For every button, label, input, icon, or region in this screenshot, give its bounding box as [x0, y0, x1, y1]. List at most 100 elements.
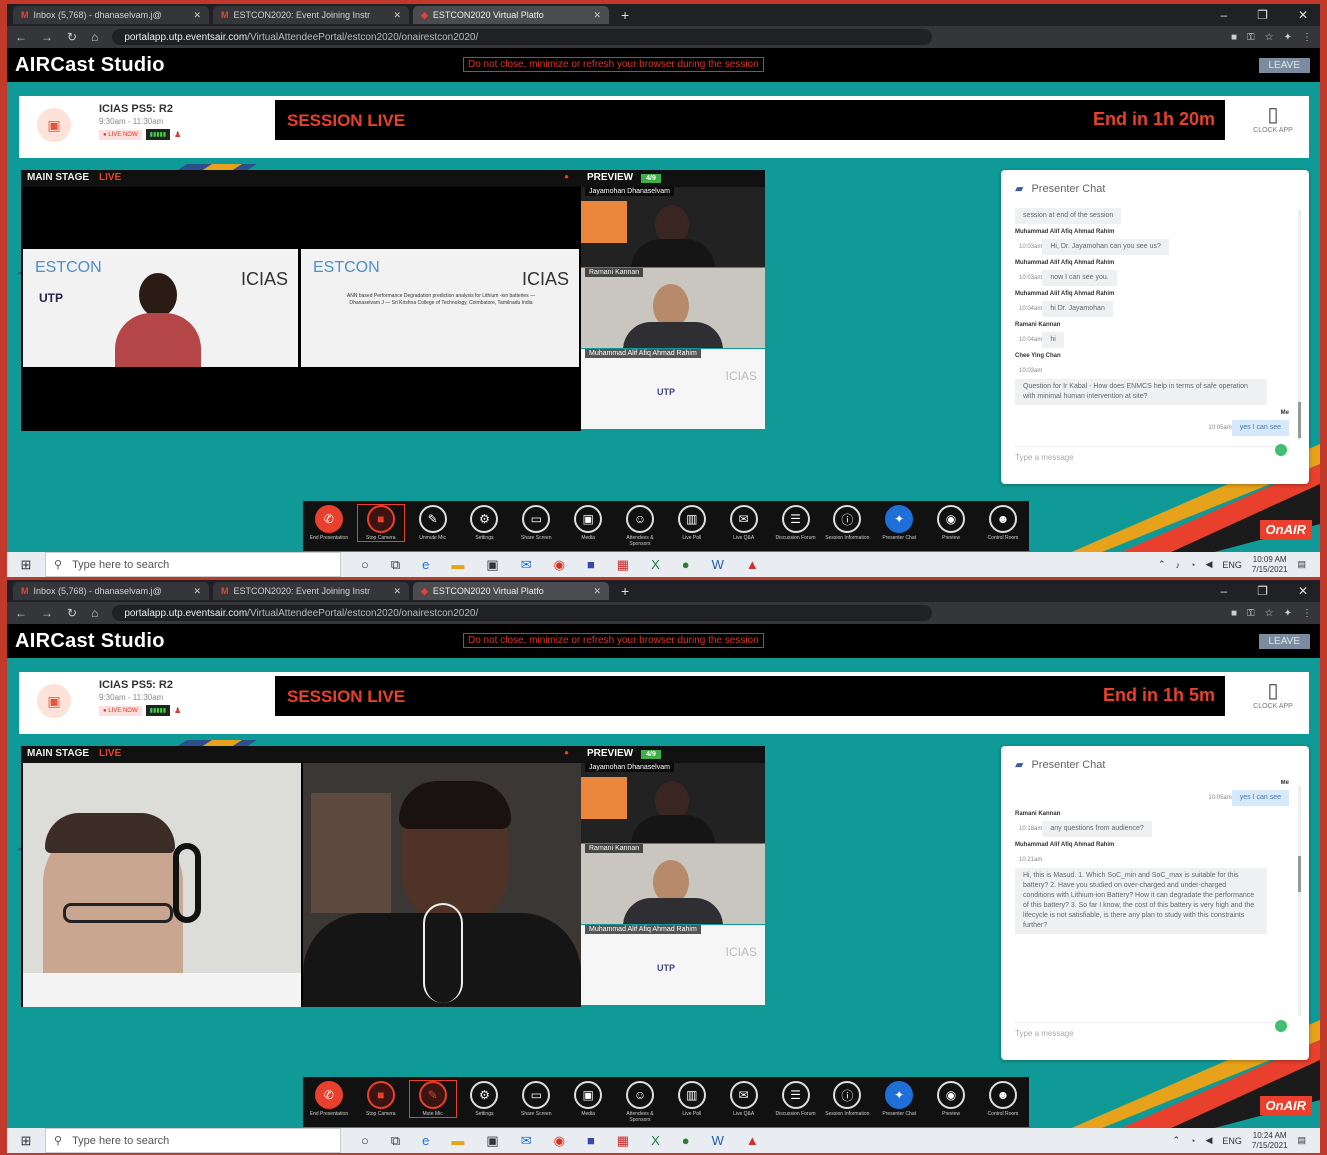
maximize-icon[interactable]: ❐	[1257, 584, 1268, 598]
word-icon[interactable]: W	[712, 1133, 724, 1149]
app-icon[interactable]: ▦	[617, 1133, 629, 1149]
store-icon[interactable]: ▣	[486, 1133, 498, 1149]
wifi-icon[interactable]: ◔	[1190, 1136, 1195, 1146]
preview-tile[interactable]: Ramani Kannan	[581, 844, 765, 924]
pdf-icon[interactable]: ▲	[746, 557, 759, 573]
app-icon[interactable]: ■	[587, 1133, 595, 1149]
star-icon[interactable]: ☆	[1265, 608, 1274, 619]
toolbar-button-session-information[interactable]: ⓘ Session Information	[824, 1081, 870, 1117]
toolbar-button-attendees-sponsors[interactable]: ☺ Attendees & Sponsors	[617, 505, 663, 547]
chat-scroll-thumb[interactable]	[1298, 402, 1301, 438]
send-icon[interactable]	[1275, 444, 1287, 456]
toolbar-button-presenter-chat[interactable]: ✦ Presenter Chat	[876, 1081, 922, 1117]
extension-icon[interactable]: ■	[1231, 32, 1237, 43]
new-tab-icon[interactable]: +	[621, 7, 629, 23]
new-tab-icon[interactable]: +	[621, 583, 629, 599]
browser-tab[interactable]: M ESTCON2020: Event Joining Instr ✕	[213, 6, 409, 24]
toolbar-button-preview[interactable]: ◉ Preview	[928, 1081, 974, 1117]
preview-tile[interactable]: Ramani Kannan	[581, 268, 765, 348]
chat-input[interactable]: Type a message	[1015, 446, 1289, 466]
app-icon[interactable]: ●	[682, 1133, 690, 1149]
taskbar-clock[interactable]: 10:09 AM 7/15/2021	[1252, 555, 1288, 575]
mail-icon[interactable]: ✉	[521, 557, 532, 573]
browser-tab[interactable]: M ESTCON2020: Event Joining Instr ✕	[213, 582, 409, 600]
clock-app-button[interactable]: ▯ CLOCK APP	[1243, 678, 1303, 710]
windows-start-icon[interactable]: ⊞	[7, 557, 45, 573]
preview-tile[interactable]: Jayamohan Dhanaselvam	[581, 187, 765, 267]
toolbar-button-settings[interactable]: ⚙ Settings	[461, 505, 507, 541]
toolbar-button-mute-mic[interactable]: ✎ Mute Mic	[408, 1080, 457, 1118]
app-icon[interactable]: ■	[587, 557, 595, 573]
close-window-icon[interactable]: ✕	[1298, 8, 1308, 22]
task-view-icon[interactable]: ⧉	[391, 557, 400, 573]
reload-icon[interactable]: ↻	[67, 30, 77, 44]
minimize-icon[interactable]: –	[1220, 8, 1227, 22]
toolbar-button-control-room[interactable]: ☻ Control Room	[980, 505, 1026, 541]
toolbar-button-control-room[interactable]: ☻ Control Room	[980, 1081, 1026, 1117]
preview-tile[interactable]: ICIAS UTP Muhammad Alif Afiq Ahmad Rahim	[581, 925, 765, 1005]
toolbar-button-end-presentation[interactable]: ✆ End Presentation	[306, 505, 352, 541]
volume-icon[interactable]: ◀	[1205, 1135, 1212, 1146]
close-icon[interactable]: ✕	[593, 586, 601, 597]
volume-icon[interactable]: ◀	[1205, 559, 1212, 570]
back-icon[interactable]: ←	[15, 30, 27, 44]
pdf-icon[interactable]: ▲	[746, 1133, 759, 1149]
toolbar-button-session-information[interactable]: ⓘ Session Information	[824, 505, 870, 541]
lang-label[interactable]: ENG	[1222, 560, 1242, 570]
preview-tile[interactable]: Jayamohan Dhanaselvam	[581, 763, 765, 843]
edge-icon[interactable]: e	[422, 1133, 429, 1149]
puzzle-icon[interactable]: ✦	[1284, 32, 1292, 43]
toolbar-button-preview[interactable]: ◉ Preview	[928, 505, 974, 541]
toolbar-button-share-screen[interactable]: ▭ Share Screen	[513, 1081, 559, 1117]
menu-icon[interactable]: ⋮	[1302, 32, 1312, 43]
folder-icon[interactable]: ▬	[451, 1133, 464, 1149]
home-icon[interactable]: ⌂	[91, 606, 98, 620]
toolbar-button-share-screen[interactable]: ▭ Share Screen	[513, 505, 559, 541]
toolbar-button-stop-camera[interactable]: ■ Stop Camera	[356, 504, 405, 542]
chat-scroll-thumb[interactable]	[1298, 856, 1301, 892]
chrome-icon[interactable]: ◉	[554, 1133, 565, 1149]
tray-arrow-icon[interactable]: ⌃	[1158, 559, 1166, 570]
toolbar-button-attendees-sponsors[interactable]: ☺ Attendees & Sponsors	[617, 1081, 663, 1123]
reload-icon[interactable]: ↻	[67, 606, 77, 620]
leave-button[interactable]: LEAVE	[1258, 58, 1310, 73]
toolbar-button-end-presentation[interactable]: ✆ End Presentation	[306, 1081, 352, 1117]
toolbar-button-discussion-forum[interactable]: ☰ Discussion Forum	[773, 1081, 819, 1117]
edge-icon[interactable]: e	[422, 557, 429, 573]
word-icon[interactable]: W	[712, 557, 724, 573]
browser-tab[interactable]: M Inbox (5,768) - dhanaselvam.j@ ✕	[13, 6, 209, 24]
taskbar-search[interactable]: ⚲ Type here to search	[45, 1128, 341, 1153]
close-icon[interactable]: ✕	[393, 586, 401, 597]
home-icon[interactable]: ⌂	[91, 30, 98, 44]
toolbar-button-settings[interactable]: ⚙ Settings	[461, 1081, 507, 1117]
send-icon[interactable]	[1275, 1020, 1287, 1032]
back-icon[interactable]: ←	[15, 606, 27, 620]
task-view-icon[interactable]: ⧉	[391, 1133, 400, 1149]
app-icon[interactable]: ●	[682, 557, 690, 573]
close-window-icon[interactable]: ✕	[1298, 584, 1308, 598]
store-icon[interactable]: ▣	[486, 557, 498, 573]
browser-tab[interactable]: M Inbox (5,768) - dhanaselvam.j@ ✕	[13, 582, 209, 600]
close-icon[interactable]: ✕	[193, 586, 201, 597]
chrome-icon[interactable]: ◉	[554, 557, 565, 573]
browser-tab-active[interactable]: ◆ ESTCON2020 Virtual Platfo ✕	[413, 582, 609, 600]
maximize-icon[interactable]: ❐	[1257, 8, 1268, 22]
menu-icon[interactable]: ⋮	[1302, 608, 1312, 619]
forward-icon[interactable]: →	[41, 606, 53, 620]
toolbar-button-live-poll[interactable]: ▥ Live Poll	[669, 505, 715, 541]
toolbar-button-discussion-forum[interactable]: ☰ Discussion Forum	[773, 505, 819, 541]
notifications-icon[interactable]: ▤	[1297, 559, 1306, 570]
toolbar-button-unmute-mic[interactable]: ✎ Unmute Mic	[410, 505, 456, 541]
key-icon[interactable]: ⚿	[1247, 32, 1255, 43]
clock-app-button[interactable]: ▯ CLOCK APP	[1243, 102, 1303, 134]
toolbar-button-live-q-a[interactable]: ✉ Live Q&A	[721, 1081, 767, 1117]
toolbar-button-media[interactable]: ▣ Media	[565, 1081, 611, 1117]
cortana-icon[interactable]: ○	[361, 557, 369, 573]
toolbar-button-live-q-a[interactable]: ✉ Live Q&A	[721, 505, 767, 541]
cortana-icon[interactable]: ○	[361, 1133, 369, 1149]
lang-label[interactable]: ENG	[1222, 1136, 1242, 1146]
forward-icon[interactable]: →	[41, 30, 53, 44]
close-icon[interactable]: ✕	[593, 10, 601, 21]
chat-input[interactable]: Type a message	[1015, 1022, 1289, 1042]
mic-icon[interactable]: ♪	[1176, 560, 1181, 570]
